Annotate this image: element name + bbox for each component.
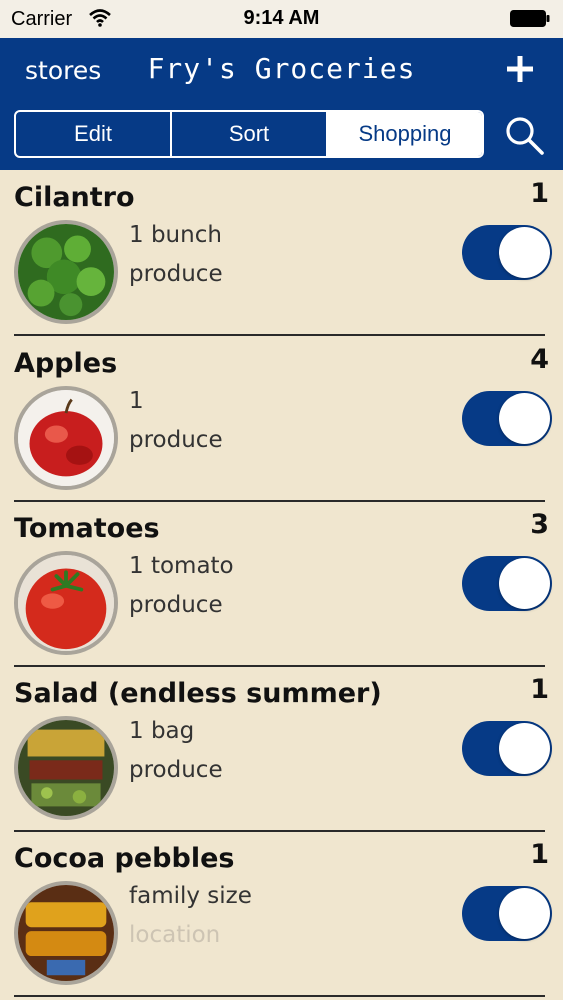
- item-name: Apples: [14, 348, 118, 379]
- list-item[interactable]: Salad (endless summer) 1 1 bag produce: [0, 666, 563, 832]
- segment-shopping[interactable]: Shopping: [328, 112, 482, 156]
- status-bar: Carrier 9:14 AM: [0, 0, 563, 38]
- in-cart-toggle[interactable]: [462, 391, 552, 446]
- item-amount: 1 tomato: [129, 553, 234, 579]
- item-quantity: 3: [530, 509, 549, 540]
- in-cart-toggle[interactable]: [462, 721, 552, 776]
- item-location: produce: [129, 757, 223, 783]
- item-amount: 1 bunch: [129, 222, 222, 248]
- page-title: Fry's Groceries: [147, 52, 416, 85]
- salad-kit-photo: [14, 716, 118, 820]
- mode-segmented-control: Edit Sort Shopping: [14, 110, 484, 158]
- item-amount: 1 bag: [129, 718, 195, 744]
- battery-icon: [510, 10, 550, 27]
- item-name: Tomatoes: [14, 513, 160, 544]
- in-cart-toggle[interactable]: [462, 886, 552, 941]
- toggle-knob: [499, 723, 550, 774]
- row-divider: [14, 995, 545, 997]
- segment-sort[interactable]: Sort: [172, 112, 328, 156]
- clock: 9:14 AM: [243, 7, 320, 29]
- item-amount: family size: [129, 883, 252, 909]
- item-name: Cocoa pebbles: [14, 843, 235, 874]
- in-cart-toggle[interactable]: [462, 225, 552, 280]
- add-icon[interactable]: [505, 54, 535, 84]
- cereal-box-photo: [14, 881, 118, 985]
- list-item[interactable]: Apples 4 1 produce: [0, 336, 563, 502]
- item-quantity: 1: [530, 839, 549, 870]
- cilantro-photo: [14, 220, 118, 324]
- list-item[interactable]: Cocoa pebbles 1 family size location: [0, 831, 563, 997]
- list-item[interactable]: Cilantro 1 1 bunch produce: [0, 170, 563, 336]
- item-name: Salad (endless summer): [14, 678, 382, 709]
- item-location: produce: [129, 261, 223, 287]
- item-location: produce: [129, 592, 223, 618]
- apple-photo: [14, 386, 118, 490]
- item-quantity: 1: [530, 674, 549, 705]
- item-name: Cilantro: [14, 182, 135, 213]
- list-item[interactable]: Tomatoes 3 1 tomato produce: [0, 501, 563, 667]
- item-location-placeholder: location: [129, 922, 221, 948]
- in-cart-toggle[interactable]: [462, 556, 552, 611]
- toggle-knob: [499, 888, 550, 939]
- tomato-photo: [14, 551, 118, 655]
- toggle-knob: [499, 393, 550, 444]
- segment-edit[interactable]: Edit: [16, 112, 172, 156]
- item-amount: 1: [129, 388, 144, 414]
- item-quantity: 1: [530, 178, 549, 209]
- item-quantity: 4: [530, 344, 549, 375]
- navigation-bar: stores Fry's Groceries Edit Sort Shoppin…: [0, 38, 563, 170]
- toggle-knob: [499, 558, 550, 609]
- item-location: produce: [129, 427, 223, 453]
- search-icon[interactable]: [503, 114, 545, 156]
- toggle-knob: [499, 227, 550, 278]
